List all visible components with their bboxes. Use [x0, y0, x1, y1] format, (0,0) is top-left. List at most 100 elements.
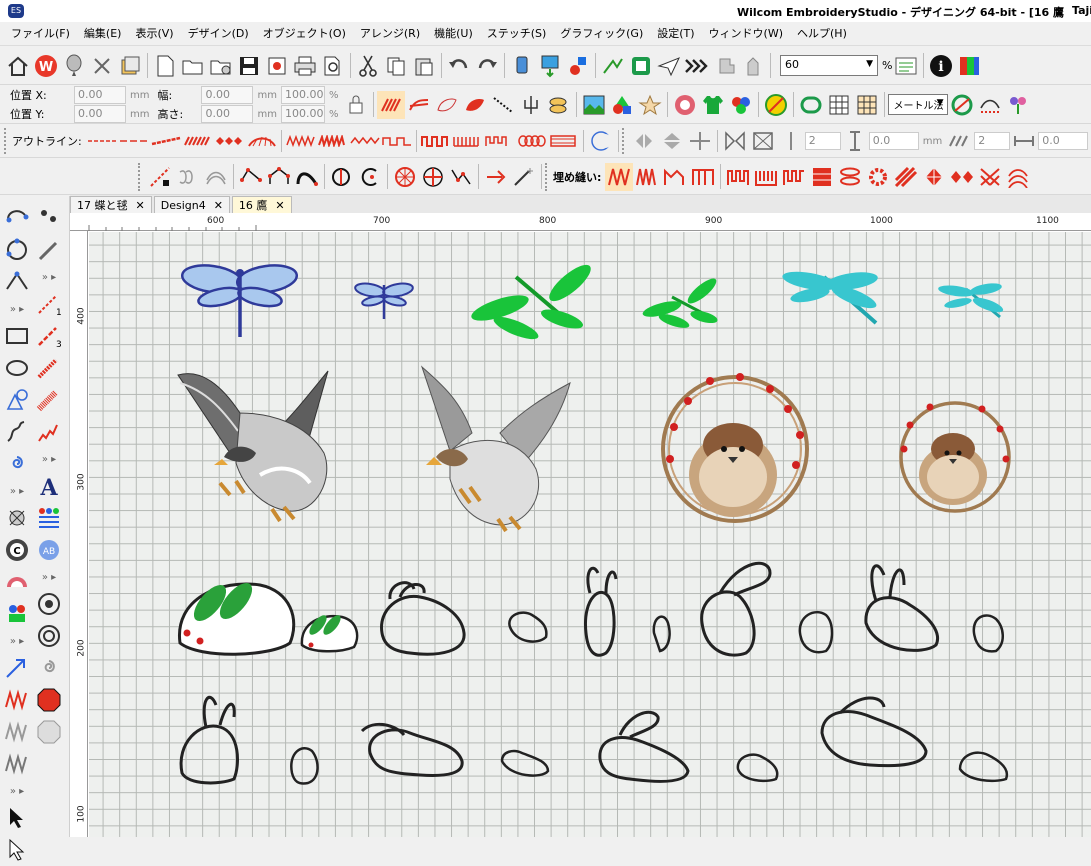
- grid-snap-icon[interactable]: [853, 91, 881, 119]
- plant-icon[interactable]: [1004, 91, 1032, 119]
- close-icon[interactable]: ✕: [214, 199, 223, 212]
- dragonfly-blue-large[interactable]: [180, 262, 299, 337]
- snow-rabbit-small[interactable]: [300, 613, 359, 653]
- comb-fill-icon[interactable]: [752, 163, 780, 191]
- freehand-icon[interactable]: [2, 416, 32, 448]
- density-pattern-icon[interactable]: [946, 127, 974, 155]
- pos-x-input[interactable]: 0.00: [74, 86, 126, 104]
- curve-ruler-icon[interactable]: [976, 91, 1004, 119]
- print-icon[interactable]: [291, 52, 319, 80]
- tab-butterfly-ball[interactable]: 17 蝶と毬 ✕: [70, 196, 152, 213]
- needle-point-icon[interactable]: [34, 202, 64, 234]
- width-input[interactable]: 0.00: [201, 86, 254, 104]
- menu-view[interactable]: 表示(V): [128, 22, 180, 46]
- wave-fill-icon[interactable]: [405, 91, 433, 119]
- wand-sparkle-icon[interactable]: [510, 163, 538, 191]
- satin-border-icon[interactable]: [182, 127, 214, 155]
- design-canvas[interactable]: 600 700 800 900 1000 1100 400 300 200 10…: [70, 213, 1091, 837]
- rabbit-sitting-2[interactable]: [864, 596, 939, 652]
- scale-height-input[interactable]: 100.00: [280, 105, 325, 123]
- text-tool-icon[interactable]: A: [34, 470, 64, 502]
- spiral-tool-icon[interactable]: [2, 448, 32, 480]
- measure-tool-icon[interactable]: [948, 91, 976, 119]
- wilcom-icon[interactable]: W: [32, 52, 60, 80]
- run-line-3-icon[interactable]: 3: [34, 320, 64, 352]
- reshape-curve-icon[interactable]: [2, 202, 32, 234]
- expand-chevron-icon[interactable]: » ▸: [2, 630, 32, 652]
- satin-zigzag-icon[interactable]: [633, 163, 661, 191]
- tab-design4[interactable]: Design4 ✕: [153, 196, 230, 213]
- ring-icon[interactable]: [34, 620, 64, 652]
- meander-icon[interactable]: [484, 127, 516, 155]
- castle-icon[interactable]: [420, 127, 452, 155]
- balloon-icon[interactable]: [60, 52, 88, 80]
- block-fill-icon[interactable]: [808, 163, 836, 191]
- expand-chevron-icon[interactable]: » ▸: [34, 266, 64, 288]
- sparrow-wreath-large[interactable]: [661, 373, 809, 523]
- mirror-vertical-icon[interactable]: [658, 127, 686, 155]
- rabbit-standing-1[interactable]: [584, 591, 616, 657]
- pos-y-input[interactable]: 0.00: [74, 105, 126, 123]
- dragonfly-blue-small[interactable]: [354, 281, 414, 319]
- menu-stitch[interactable]: ステッチ(S): [480, 22, 554, 46]
- menu-design[interactable]: デザイン(D): [181, 22, 256, 46]
- color-spool-icon[interactable]: [508, 52, 536, 80]
- trident-icon[interactable]: [517, 91, 545, 119]
- copy-icon[interactable]: [382, 52, 410, 80]
- app-logo-icon[interactable]: ES: [8, 4, 24, 18]
- rabbit-long-ears[interactable]: [700, 590, 756, 657]
- menu-window[interactable]: ウィンドウ(W): [702, 22, 790, 46]
- align-shapes-icon[interactable]: [721, 127, 749, 155]
- height-spacing-icon[interactable]: [841, 127, 869, 155]
- green-frame-icon[interactable]: [627, 52, 655, 80]
- expand-chevron-icon[interactable]: » ▸: [2, 780, 32, 802]
- image-icon[interactable]: [580, 91, 608, 119]
- close-icon[interactable]: ✕: [275, 199, 284, 212]
- paper-plane-icon[interactable]: [655, 52, 683, 80]
- dragonfly-cyan-small[interactable]: [937, 281, 1004, 319]
- checker-fill-icon[interactable]: [892, 163, 920, 191]
- expand-chevron-icon[interactable]: » ▸: [34, 566, 64, 588]
- new-document-icon[interactable]: [151, 52, 179, 80]
- chain-icon[interactable]: [548, 127, 580, 155]
- monogram-icon[interactable]: AB: [34, 534, 64, 566]
- eagle-dark[interactable]: [177, 370, 329, 523]
- satin-wide-icon[interactable]: [34, 384, 64, 416]
- rabbit-small-1[interactable]: [508, 611, 548, 643]
- export-icon[interactable]: [263, 52, 291, 80]
- coil-fill-icon[interactable]: [836, 163, 864, 191]
- outline-spin4[interactable]: 0.0: [1038, 132, 1089, 150]
- rabbit-running-2[interactable]: [820, 710, 928, 768]
- outline-spin2[interactable]: 0.0: [868, 132, 919, 150]
- bracket-left-icon[interactable]: [174, 163, 202, 191]
- satin-line-icon[interactable]: [34, 352, 64, 384]
- reshape-node-icon[interactable]: [2, 266, 32, 298]
- arch-fill-icon[interactable]: [1004, 163, 1032, 191]
- feather-border-icon[interactable]: [246, 127, 278, 155]
- menu-arrange[interactable]: アレンジ(R): [353, 22, 427, 46]
- zigzag-icon[interactable]: [285, 127, 317, 155]
- select-node-icon[interactable]: [2, 834, 32, 866]
- expand-chevron-icon[interactable]: » ▸: [34, 448, 64, 470]
- hand-up-icon[interactable]: [739, 52, 767, 80]
- puzzle-icon[interactable]: [711, 52, 739, 80]
- dragonfly-green-small[interactable]: [641, 275, 720, 331]
- outline-spin1[interactable]: 2: [804, 132, 841, 150]
- width-spacing-icon[interactable]: [1010, 127, 1038, 155]
- leaf-outline-icon[interactable]: [433, 91, 461, 119]
- menu-object[interactable]: オブジェクト(O): [256, 22, 353, 46]
- menu-settings[interactable]: 設定(T): [650, 22, 701, 46]
- rectangle-icon[interactable]: [2, 320, 32, 352]
- shapes-down-icon[interactable]: [564, 52, 592, 80]
- menu-graphics[interactable]: グラフィック(G): [553, 22, 650, 46]
- rabbit-small-2[interactable]: [798, 610, 834, 654]
- paste-icon[interactable]: [410, 52, 438, 80]
- scatter-icon[interactable]: [777, 127, 805, 155]
- stitch-gray2-icon[interactable]: [2, 748, 32, 780]
- comb-icon[interactable]: [452, 127, 484, 155]
- rabbit-running-1[interactable]: [598, 736, 690, 783]
- zigzag-line-icon[interactable]: [34, 416, 64, 448]
- star-wheel-icon[interactable]: [419, 163, 447, 191]
- stitch-zigzag-icon[interactable]: [2, 684, 32, 716]
- gear-fill-icon[interactable]: [864, 163, 892, 191]
